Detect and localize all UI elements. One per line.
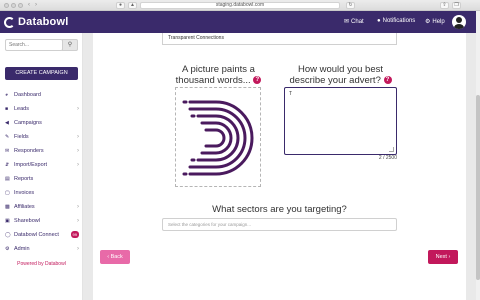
sidebar-item-label: Campaigns xyxy=(14,120,42,126)
sidebar-item-import-export[interactable]: ⇵ Import/Export › xyxy=(0,158,83,172)
chevron-right-icon: › xyxy=(77,218,79,224)
sidebar-item-label: Leads xyxy=(14,106,29,112)
sectors-heading: What sectors are you targeting? xyxy=(212,204,347,215)
sidebar-item-label: Sharebowl xyxy=(14,218,40,224)
fields-icon: ✎ xyxy=(5,134,10,140)
window-close-icon[interactable] xyxy=(4,3,9,8)
import-export-icon: ⇵ xyxy=(5,162,10,168)
chevron-right-icon: › xyxy=(77,246,79,252)
megaphone-icon: ◀ xyxy=(5,120,9,126)
chat-icon: ✉ xyxy=(344,19,350,25)
notifications-link[interactable]: ● Notifications xyxy=(377,18,415,24)
main-content: Transparent Connections A picture paints… xyxy=(93,33,466,300)
sidebar-item-dashboard[interactable]: ◕ Dashboard xyxy=(0,88,83,102)
browser-toolbar: ‹ › ● ▲ staging.databowl.com ↻ ⇧ ❐ xyxy=(0,0,480,11)
sidebar-item-label: Responders xyxy=(14,148,44,154)
chevron-left-icon[interactable]: ‹ xyxy=(28,2,30,9)
company-field[interactable]: Transparent Connections xyxy=(162,33,397,45)
databowl-logo[interactable]: Databowl xyxy=(4,15,69,29)
app-name: Databowl xyxy=(18,16,69,28)
chevron-left-icon: ‹ xyxy=(107,254,110,260)
affiliates-icon: ▩ xyxy=(5,204,10,210)
sidebar-item-fields[interactable]: ✎ Fields › xyxy=(0,130,83,144)
chat-label: Chat xyxy=(351,18,364,25)
sidebar-item-responders[interactable]: ✉ Responders › xyxy=(0,144,83,158)
sidebar-item-label: Admin xyxy=(14,246,30,252)
share-icon: ▣ xyxy=(5,218,10,224)
invoice-icon: ▢ xyxy=(5,190,10,196)
connect-icon: ◯ xyxy=(5,232,11,238)
notifications-label: Notifications xyxy=(382,18,416,24)
powered-by-text: Powered by Databowl xyxy=(17,261,66,267)
help-link[interactable]: ⚙ Help xyxy=(425,18,445,26)
sidebar-item-leads[interactable]: ■ Leads › xyxy=(0,102,83,116)
chevron-right-icon[interactable]: › xyxy=(35,2,37,9)
sidebar-menu: ◕ Dashboard ■ Leads › ◀ Campaigns ✎ Fiel… xyxy=(0,88,83,256)
image-heading-block: A picture paints a thousand words... ? xyxy=(165,64,272,86)
dashboard-icon: ◕ xyxy=(5,92,9,98)
chevron-right-icon: › xyxy=(77,106,79,112)
sectors-select-input[interactable]: Select the categories for your campaign.… xyxy=(162,218,397,231)
search-button[interactable]: ⚲ xyxy=(62,39,78,51)
sidebar-item-label: Import/Export xyxy=(14,162,48,168)
sidebar-item-sharebowl[interactable]: ▣ Sharebowl › xyxy=(0,214,83,228)
chevron-right-icon: › xyxy=(77,204,79,210)
sidebar-item-label: Invoices xyxy=(14,190,35,196)
extension-icon[interactable]: ▲ xyxy=(128,2,137,9)
reports-icon: ▤ xyxy=(5,176,10,182)
databowl-logo-icon xyxy=(4,16,15,28)
chat-link[interactable]: ✉ Chat xyxy=(344,18,364,26)
back-label: Back xyxy=(110,254,123,260)
sidebar-item-label: Reports xyxy=(14,176,34,182)
envelope-icon: ✉ xyxy=(5,148,10,154)
chevron-right-icon: › xyxy=(77,134,79,140)
sidebar-item-reports[interactable]: ▤ Reports xyxy=(0,172,83,186)
sidebar-item-label: Dashboard xyxy=(14,92,41,98)
help-label: Help xyxy=(432,18,445,25)
sidebar-item-databowl-connect[interactable]: ◯ Databowl Connect 99 xyxy=(0,228,83,242)
gear-icon: ⚙ xyxy=(425,19,431,25)
image-heading: A picture paints a thousand words... xyxy=(175,64,255,86)
share-browser-icon[interactable]: ⇧ xyxy=(440,2,449,9)
tabs-icon[interactable]: ❐ xyxy=(452,2,461,9)
admin-gear-icon: ⚙ xyxy=(5,246,10,252)
help-question-icon[interactable]: ? xyxy=(253,76,262,85)
leads-icon: ■ xyxy=(5,106,9,112)
sidebar-item-label: Fields xyxy=(14,134,29,140)
sidebar-item-invoices[interactable]: ▢ Invoices xyxy=(0,186,83,200)
help-question-icon[interactable]: ? xyxy=(383,76,392,85)
window-zoom-icon[interactable] xyxy=(18,3,23,8)
next-button[interactable]: Next › xyxy=(428,250,458,264)
back-button[interactable]: ‹ Back xyxy=(100,250,130,264)
avatar[interactable] xyxy=(452,15,466,29)
bell-icon: ● xyxy=(377,18,381,24)
address-bar[interactable]: staging.databowl.com xyxy=(140,2,340,9)
sidebar-item-affiliates[interactable]: ▩ Affiliates › xyxy=(0,200,83,214)
reload-icon[interactable]: ↻ xyxy=(346,2,355,9)
campaign-logo-image xyxy=(182,100,254,176)
next-label: Next xyxy=(435,254,447,260)
sidebar-item-admin[interactable]: ⚙ Admin › xyxy=(0,242,83,256)
sidebar-item-label: Affiliates xyxy=(14,204,35,210)
chevron-right-icon: › xyxy=(77,148,79,154)
sidebar-item-label: Databowl Connect xyxy=(14,232,59,238)
advert-heading-block: How would you best describe your advert?… xyxy=(283,64,398,86)
chevron-right-icon: › xyxy=(77,162,79,168)
advert-description-textarea[interactable]: T xyxy=(284,87,397,155)
status-badge: 99 xyxy=(70,231,79,238)
app-header: Databowl ✉ Chat ● Notifications ⚙ Help xyxy=(0,11,476,33)
search-input[interactable] xyxy=(5,39,63,51)
character-counter: 2 / 2500 xyxy=(378,155,397,161)
page-scrollbar-thumb[interactable] xyxy=(476,95,480,280)
sidebar: ⚲ CREATE CAMPAIGN ◕ Dashboard ■ Leads › … xyxy=(0,33,83,300)
image-upload-dropzone[interactable] xyxy=(175,87,261,187)
window-minimize-icon[interactable] xyxy=(11,3,16,8)
chevron-right-icon: › xyxy=(448,254,451,260)
privacy-icon[interactable]: ● xyxy=(116,2,125,9)
search-icon: ⚲ xyxy=(67,42,73,48)
create-campaign-button[interactable]: CREATE CAMPAIGN xyxy=(5,67,78,80)
advert-heading: How would you best describe your advert? xyxy=(289,64,384,86)
sidebar-item-campaigns[interactable]: ◀ Campaigns xyxy=(0,116,83,130)
